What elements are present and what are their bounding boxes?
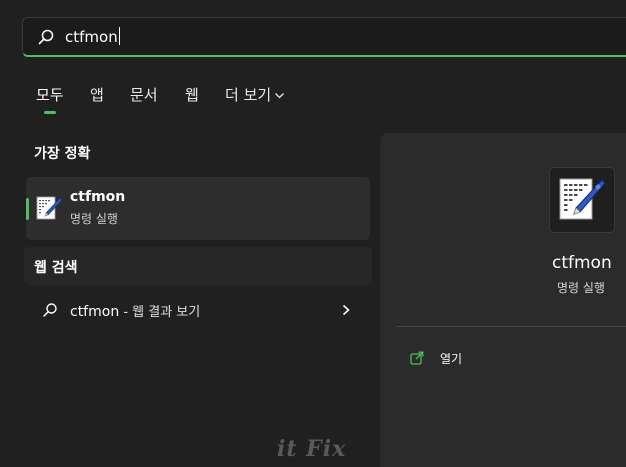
tab-documents-label: 문서 (130, 86, 158, 104)
tab-web-label: 웹 (185, 86, 199, 104)
best-match-type: 명령 실행 (70, 212, 118, 226)
tab-apps-label: 앱 (90, 86, 104, 104)
divider (396, 326, 626, 327)
tab-more-label: 더 보기 (225, 86, 272, 104)
active-tab-indicator (44, 111, 56, 114)
web-search-result[interactable]: ctfmon - 웹 결과 보기 (26, 292, 370, 328)
web-search-title: 웹 검색 (34, 260, 78, 276)
selection-indicator (26, 198, 29, 220)
search-icon (38, 29, 54, 45)
tab-web[interactable]: 웹 (185, 84, 199, 106)
best-match-title: 가장 정확 (34, 146, 91, 162)
best-match-item[interactable]: ctfmon 명령 실행 (26, 177, 370, 240)
web-search-query: ctfmon (70, 304, 120, 320)
tab-apps[interactable]: 앱 (90, 84, 104, 106)
ctfmon-app-icon (36, 196, 62, 220)
preview-panel: ctfmon 명령 실행 열기 (380, 133, 626, 467)
tab-documents[interactable]: 문서 (130, 84, 158, 106)
web-search-header: 웹 검색 (24, 247, 372, 285)
chevron-down-icon (275, 93, 285, 99)
open-icon (410, 351, 424, 365)
start-search-window: ctfmon 모두 앱 문서 웹 더 보기 가장 정확 ctfmon 명령 실행… (0, 0, 626, 467)
preview-app-icon (549, 167, 615, 233)
tab-all[interactable]: 모두 (36, 84, 64, 106)
search-bar[interactable]: ctfmon (22, 17, 626, 57)
ctfmon-app-icon (559, 178, 606, 220)
preview-app-name: ctfmon (552, 253, 612, 273)
search-input[interactable]: ctfmon (65, 26, 120, 48)
chevron-right-icon (342, 304, 350, 316)
preview-app-type: 명령 실행 (557, 281, 605, 295)
tab-more[interactable]: 더 보기 (225, 84, 285, 106)
text-caret (118, 27, 120, 45)
web-search-text: ctfmon - 웹 결과 보기 (70, 301, 200, 320)
best-match-name: ctfmon (70, 189, 126, 205)
search-query: ctfmon (65, 28, 118, 46)
web-search-suffix: - 웹 결과 보기 (119, 305, 201, 320)
search-icon (43, 303, 57, 317)
tab-all-label: 모두 (36, 86, 64, 104)
open-action-label: 열기 (440, 352, 463, 366)
watermark: it Fix (277, 436, 347, 462)
